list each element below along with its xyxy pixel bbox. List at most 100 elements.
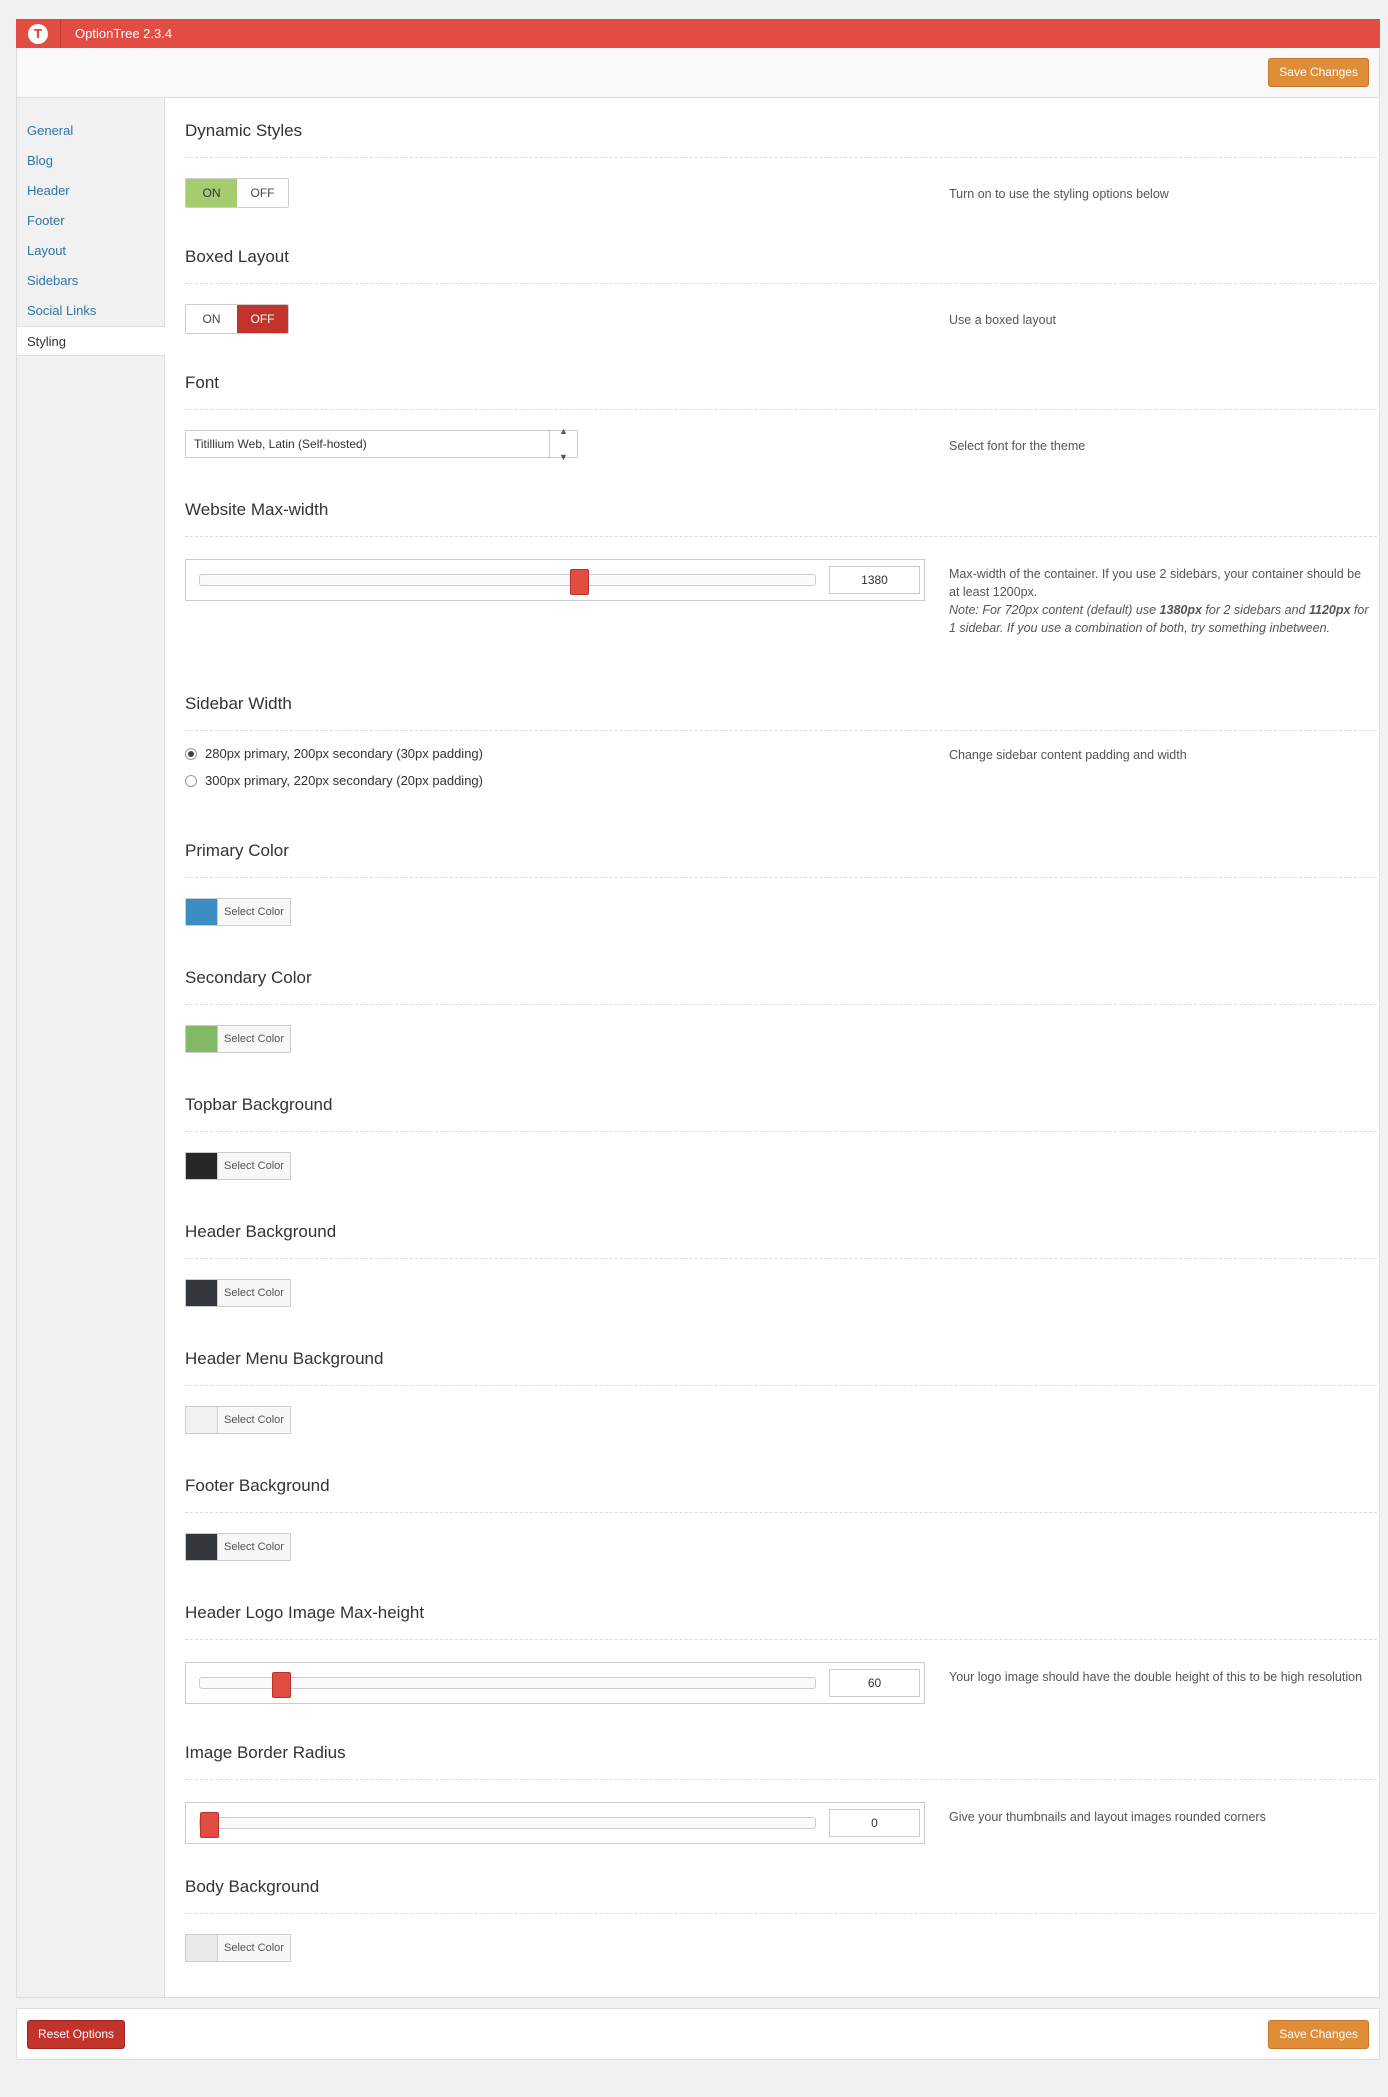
color-swatch[interactable] <box>186 1534 217 1560</box>
section-description: Change sidebar content padding and width <box>949 748 1187 762</box>
logo-max-height-slider-box: 60 <box>185 1662 925 1704</box>
topbar-background-picker[interactable]: Select Color <box>185 1152 291 1180</box>
section-boxed-layout: Boxed Layout ON OFF Use a boxed layout <box>185 244 1377 334</box>
slider-handle[interactable] <box>200 1812 219 1838</box>
section-sidebar-width: Sidebar Width 280px primary, 200px secon… <box>185 691 1377 788</box>
section-description: Turn on to use the styling options below <box>949 187 1169 201</box>
section-primary-color: Primary Color Select Color <box>185 838 1377 926</box>
select-color-button[interactable]: Select Color <box>217 1153 290 1179</box>
font-select-value: Titillium Web, Latin (Self-hosted) <box>194 437 367 451</box>
color-swatch[interactable] <box>186 1407 217 1433</box>
toggle-off[interactable]: OFF <box>237 179 288 207</box>
app-title: OptionTree 2.3.4 <box>75 26 173 41</box>
select-color-button[interactable]: Select Color <box>217 1407 290 1433</box>
logo: T <box>16 19 61 48</box>
select-color-button[interactable]: Select Color <box>217 1280 290 1306</box>
main-area: General Blog Header Footer Layout Sideba… <box>16 98 1380 1998</box>
select-color-button[interactable]: Select Color <box>217 1534 290 1560</box>
description-main: Max-width of the container. If you use 2… <box>949 567 1362 599</box>
section-title: Sidebar Width <box>185 691 1377 731</box>
radio-label: 280px primary, 200px secondary (30px pad… <box>205 746 483 761</box>
radio-label: 300px primary, 220px secondary (20px pad… <box>205 773 483 788</box>
styling-content: Dynamic Styles ON OFF Turn on to use the… <box>165 98 1379 1997</box>
section-title: Body Background <box>185 1874 1377 1914</box>
sidebar-width-option-1[interactable]: 280px primary, 200px secondary (30px pad… <box>185 746 483 761</box>
dynamic-styles-toggle[interactable]: ON OFF <box>185 178 289 208</box>
section-title: Secondary Color <box>185 965 1377 1005</box>
top-action-bar: Save Changes <box>16 48 1380 98</box>
logo-max-height-input[interactable]: 60 <box>829 1669 920 1697</box>
sidebar-item-layout[interactable]: Layout <box>17 236 164 266</box>
border-radius-slider-box: 0 <box>185 1802 925 1844</box>
sidebar-item-general[interactable]: General <box>17 116 164 146</box>
save-changes-button-top[interactable]: Save Changes <box>1268 58 1369 87</box>
color-swatch[interactable] <box>186 1280 217 1306</box>
boxed-layout-toggle[interactable]: ON OFF <box>185 304 289 334</box>
section-title: Font <box>185 370 1377 410</box>
footer-background-picker[interactable]: Select Color <box>185 1533 291 1561</box>
section-title: Website Max-width <box>185 497 1377 537</box>
header-background-picker[interactable]: Select Color <box>185 1279 291 1307</box>
toggle-on[interactable]: ON <box>186 305 237 333</box>
color-swatch[interactable] <box>186 899 217 925</box>
description-note: Note: For 720px content (default) use 13… <box>949 603 1369 635</box>
bottom-action-bar: Reset Options Save Changes <box>16 2008 1380 2060</box>
section-title: Header Menu Background <box>185 1346 1377 1386</box>
topbar: T OptionTree 2.3.4 <box>16 19 1380 48</box>
section-title: Footer Background <box>185 1473 1377 1513</box>
slider-track[interactable] <box>199 1672 816 1698</box>
radio-checked[interactable] <box>185 747 197 760</box>
section-header-menu-background: Header Menu Background Select Color <box>185 1346 1377 1434</box>
section-font: Font Titillium Web, Latin (Self-hosted) … <box>185 370 1377 462</box>
section-title: Image Border Radius <box>185 1740 1377 1780</box>
sidebar-width-option-2[interactable]: 300px primary, 220px secondary (20px pad… <box>185 773 483 788</box>
section-footer-background: Footer Background Select Color <box>185 1473 1377 1561</box>
toggle-off[interactable]: OFF <box>237 305 288 333</box>
body-background-picker[interactable]: Select Color <box>185 1934 291 1962</box>
radio-unchecked[interactable] <box>185 774 197 787</box>
max-width-input[interactable]: 1380 <box>829 566 920 594</box>
secondary-color-picker[interactable]: Select Color <box>185 1025 291 1053</box>
slider-track[interactable] <box>199 1812 816 1838</box>
settings-sidebar: General Blog Header Footer Layout Sideba… <box>17 98 165 1997</box>
slider-handle[interactable] <box>569 569 589 595</box>
section-topbar-background: Topbar Background Select Color <box>185 1092 1377 1180</box>
primary-color-picker[interactable]: Select Color <box>185 898 291 926</box>
section-title: Dynamic Styles <box>185 118 1377 158</box>
max-width-slider-box: 1380 <box>185 559 925 601</box>
section-title: Header Logo Image Max-height <box>185 1600 1377 1640</box>
sidebar-item-social-links[interactable]: Social Links <box>17 296 164 326</box>
select-arrows-icon: ▲ ▼ <box>549 426 577 462</box>
select-color-button[interactable]: Select Color <box>217 1026 290 1052</box>
section-header-background: Header Background Select Color <box>185 1219 1377 1307</box>
section-description: Select font for the theme <box>949 439 1086 453</box>
color-swatch[interactable] <box>186 1026 217 1052</box>
section-title: Topbar Background <box>185 1092 1377 1132</box>
slider-track[interactable] <box>199 569 816 595</box>
slider-handle[interactable] <box>271 1672 291 1698</box>
color-swatch[interactable] <box>186 1153 217 1179</box>
reset-options-button[interactable]: Reset Options <box>27 2020 126 2049</box>
section-body-background: Body Background Select Color <box>185 1874 1377 1962</box>
color-swatch[interactable] <box>186 1935 217 1961</box>
sidebar-item-header[interactable]: Header <box>17 176 164 206</box>
save-changes-button-bottom[interactable]: Save Changes <box>1268 2020 1369 2049</box>
section-title: Boxed Layout <box>185 244 1377 284</box>
sidebar-item-sidebars[interactable]: Sidebars <box>17 266 164 296</box>
font-select[interactable]: Titillium Web, Latin (Self-hosted) ▲ ▼ <box>185 426 578 462</box>
border-radius-input[interactable]: 0 <box>829 1809 920 1837</box>
section-max-width: Website Max-width 1380 Max-width of the … <box>185 497 1377 635</box>
sidebar-item-footer[interactable]: Footer <box>17 206 164 236</box>
select-color-button[interactable]: Select Color <box>217 1935 290 1961</box>
sidebar-item-blog[interactable]: Blog <box>17 146 164 176</box>
section-title: Primary Color <box>185 838 1377 878</box>
section-description: Use a boxed layout <box>949 313 1057 327</box>
section-title: Header Background <box>185 1219 1377 1259</box>
sidebar-item-styling[interactable]: Styling <box>17 326 165 356</box>
optiontree-panel: T OptionTree 2.3.4 Save Changes General … <box>16 19 1380 1998</box>
section-logo-max-height: Header Logo Image Max-height 60 Your log… <box>185 1600 1377 1704</box>
toggle-on[interactable]: ON <box>186 179 237 207</box>
header-menu-background-picker[interactable]: Select Color <box>185 1406 291 1434</box>
select-color-button[interactable]: Select Color <box>217 899 290 925</box>
section-image-border-radius: Image Border Radius 0 Give your thumbnai… <box>185 1740 1377 1844</box>
